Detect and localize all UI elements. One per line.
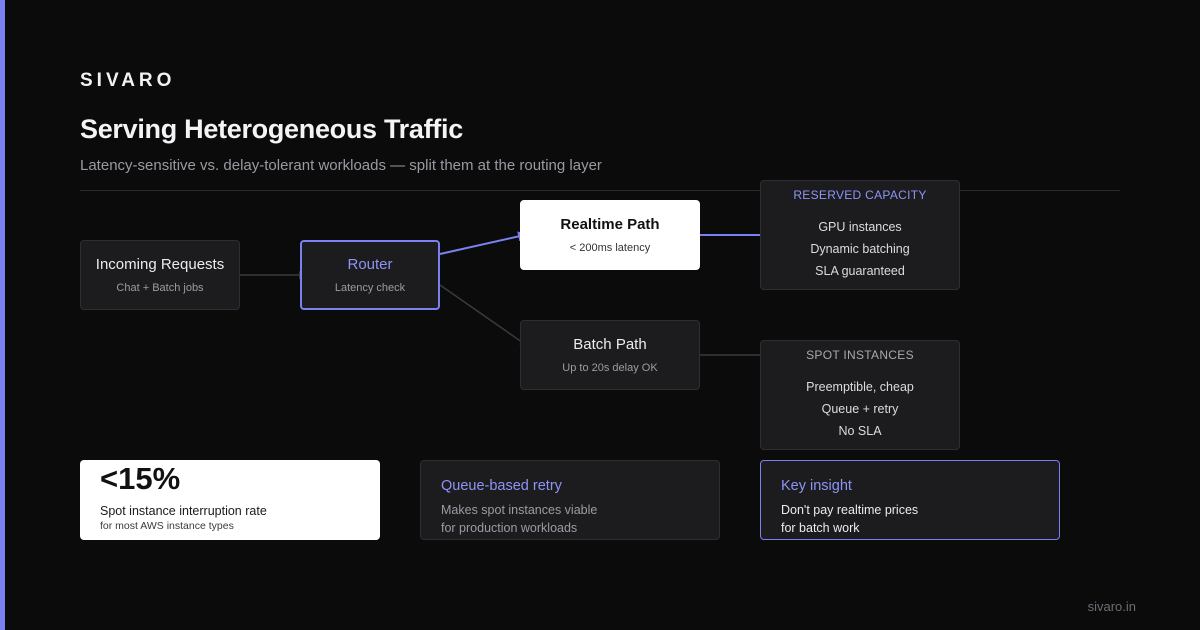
footer-url: sivaro.in xyxy=(1087,599,1136,614)
list-item: Dynamic batching xyxy=(810,242,910,256)
arrow-router-to-realtime xyxy=(439,231,530,255)
list-item: No SLA xyxy=(838,424,882,438)
spot-instances-list: Preemptible, cheap Queue + retry No SLA xyxy=(761,376,959,442)
list-item: Queue + retry xyxy=(821,402,899,416)
router-sub: Latency check xyxy=(334,282,406,294)
reserved-capacity-list: GPU instances Dynamic batching SLA guara… xyxy=(761,216,959,282)
list-item: Preemptible, cheap xyxy=(806,380,914,394)
stat-label: Spot instance interruption rate xyxy=(100,504,267,518)
list-item: SLA guaranteed xyxy=(815,264,905,278)
queue-retry-body: Makes spot instances viable for producti… xyxy=(441,501,699,537)
router-title: Router xyxy=(347,256,393,273)
stat-note: for most AWS instance types xyxy=(100,520,234,532)
queue-retry-card: Queue-based retry Makes spot instances v… xyxy=(420,460,720,540)
reserved-capacity-heading: RESERVED CAPACITY xyxy=(793,188,927,202)
interruption-stat-card: <15% Spot instance interruption rate for… xyxy=(80,460,380,540)
batch-path-title: Batch Path xyxy=(573,336,647,353)
queue-retry-line-1: Makes spot instances viable xyxy=(441,503,598,517)
queue-retry-line-2: for production workloads xyxy=(441,521,578,535)
queue-retry-title: Queue-based retry xyxy=(441,478,562,494)
incoming-requests-node: Incoming Requests Chat + Batch jobs xyxy=(80,240,240,310)
spot-instances-heading: SPOT INSTANCES xyxy=(806,348,914,362)
key-insight-card: Key insight Don't pay realtime prices fo… xyxy=(760,460,1060,540)
key-insight-title: Key insight xyxy=(781,478,852,494)
reserved-capacity-box: RESERVED CAPACITY GPU instances Dynamic … xyxy=(760,180,960,290)
accent-bar xyxy=(0,0,5,630)
batch-path-node: Batch Path Up to 20s delay OK xyxy=(520,320,700,390)
realtime-path-node: Realtime Path < 200ms latency xyxy=(520,200,700,270)
header-divider xyxy=(80,190,1120,191)
key-insight-body: Don't pay realtime prices for batch work xyxy=(781,501,1039,537)
incoming-requests-sub: Chat + Batch jobs xyxy=(116,282,204,294)
page-subtitle: Latency-sensitive vs. delay-tolerant wor… xyxy=(80,157,602,174)
router-node: Router Latency check xyxy=(300,240,440,310)
batch-path-sub: Up to 20s delay OK xyxy=(562,362,658,374)
realtime-path-title: Realtime Path xyxy=(560,216,660,233)
page-title: Serving Heterogeneous Traffic xyxy=(80,114,463,144)
list-item: GPU instances xyxy=(818,220,902,234)
arrow-router-to-batch xyxy=(439,284,530,348)
brand-logo: SIVARO xyxy=(80,70,176,91)
key-insight-line-1: Don't pay realtime prices xyxy=(781,503,919,517)
realtime-path-sub: < 200ms latency xyxy=(569,242,651,254)
spot-instances-box: SPOT INSTANCES Preemptible, cheap Queue … xyxy=(760,340,960,450)
stat-value: <15% xyxy=(100,461,181,496)
incoming-requests-title: Incoming Requests xyxy=(95,256,225,273)
key-insight-line-2: for batch work xyxy=(781,521,860,535)
